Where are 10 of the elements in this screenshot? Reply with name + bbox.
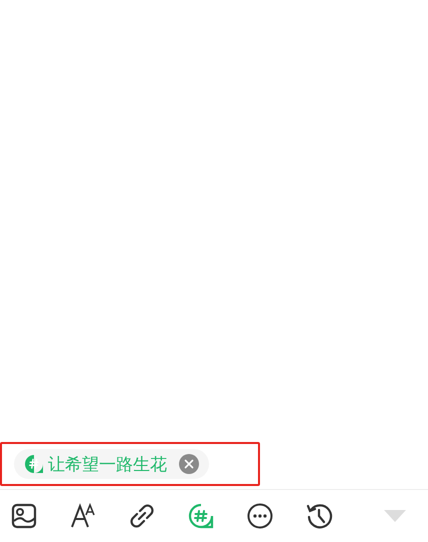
link-icon[interactable] (128, 502, 156, 530)
hashtag-bubble-icon[interactable] (187, 502, 215, 530)
more-icon[interactable] (246, 502, 274, 530)
topic-label: 让希望一路生花 (48, 454, 167, 476)
topic-chip[interactable]: 让希望一路生花 (14, 449, 209, 479)
history-icon[interactable] (305, 502, 333, 530)
font-size-icon[interactable] (69, 502, 97, 530)
hashtag-icon (24, 454, 44, 474)
image-icon[interactable] (10, 502, 38, 530)
close-icon[interactable] (179, 454, 199, 474)
